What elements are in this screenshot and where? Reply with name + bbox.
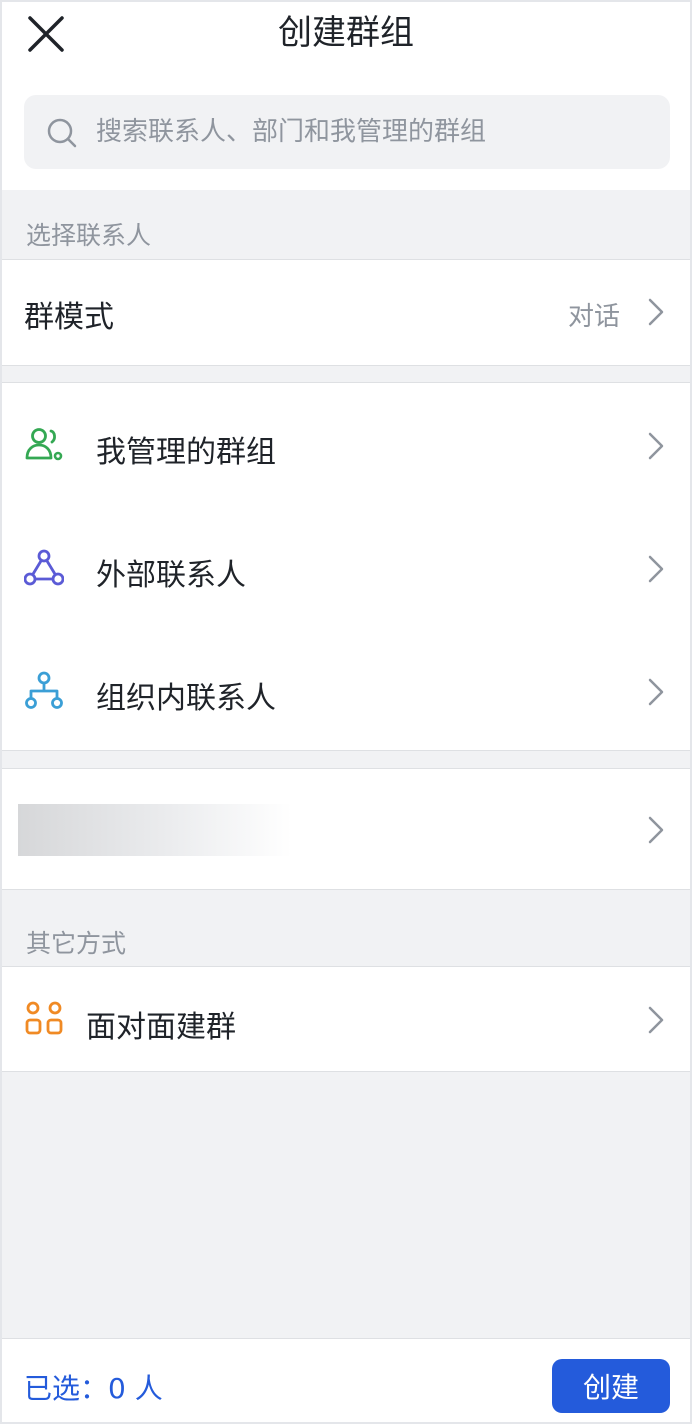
chevron-right-icon — [648, 298, 664, 326]
create-button[interactable]: 创建 — [552, 1359, 670, 1413]
face-to-face-row[interactable]: 面对面建群 — [2, 967, 690, 1071]
chevron-right-icon — [648, 432, 664, 460]
chevron-right-icon — [648, 816, 664, 844]
section-title-other-ways: 其它方式 — [26, 929, 127, 958]
search-input[interactable] — [96, 95, 656, 169]
group-mode-panel: 群模式 对话 — [2, 259, 690, 366]
face-to-face-label: 面对面建群 — [86, 1010, 236, 1045]
chevron-right-icon — [648, 555, 664, 583]
sidebar-item-org-contacts[interactable]: 组织内联系人 — [2, 629, 690, 752]
managed-groups-icon — [25, 428, 63, 461]
face-to-face-icon — [25, 1001, 63, 1035]
group-mode-value: 对话 — [567, 302, 620, 332]
sidebar-item-external-contacts[interactable]: 外部联系人 — [2, 506, 690, 629]
bottom-bar: 已选：0 人 创建 — [2, 1338, 690, 1422]
chevron-right-icon — [648, 678, 664, 706]
contact-sources-panel: 我管理的群组 外部联系人 组织内联系人 — [2, 382, 690, 751]
header: 创建群组 — [2, 2, 690, 190]
org-tree-icon — [25, 671, 63, 709]
redacted-row[interactable] — [2, 769, 690, 889]
chevron-right-icon — [648, 1006, 664, 1034]
app-frame: 创建群组 选择联系人 群模式 对话 — [0, 0, 692, 1424]
external-contacts-label: 外部联系人 — [96, 558, 246, 593]
group-mode-label: 群模式 — [24, 300, 114, 335]
sidebar-item-managed-groups[interactable]: 我管理的群组 — [2, 383, 690, 506]
page-title: 创建群组 — [278, 13, 414, 53]
section-title-select-contacts: 选择联系人 — [26, 221, 152, 250]
org-contacts-label: 组织内联系人 — [96, 681, 276, 716]
search-bar[interactable] — [24, 95, 670, 169]
other-methods-panel: 面对面建群 — [2, 966, 690, 1072]
redacted-panel — [2, 768, 690, 890]
redacted-content — [18, 804, 292, 856]
search-icon — [46, 117, 78, 149]
selected-count: 已选：0 人 — [24, 1372, 163, 1405]
group-mode-row[interactable]: 群模式 对话 — [2, 260, 690, 365]
external-contacts-icon — [24, 549, 64, 586]
managed-groups-label: 我管理的群组 — [96, 435, 276, 470]
